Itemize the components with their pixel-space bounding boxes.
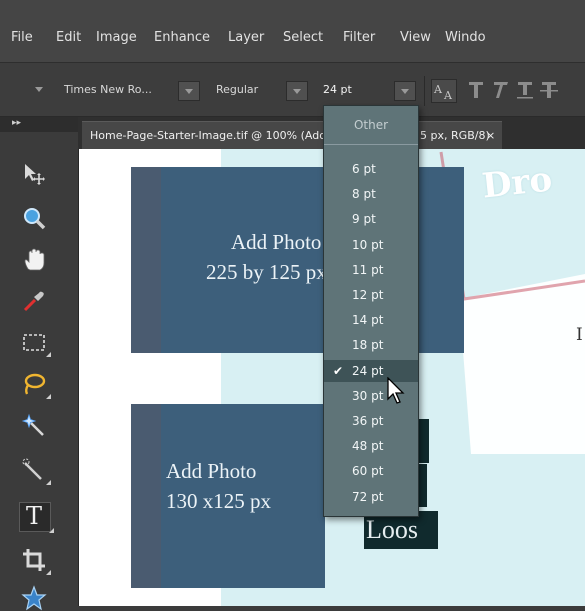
marquee-tool-icon[interactable] (21, 329, 51, 357)
menu-view[interactable]: View (400, 30, 431, 45)
faux-bold-icon[interactable] (469, 82, 483, 98)
text-style-buttons (466, 76, 585, 104)
font-size-option-12pt[interactable]: 12 pt (324, 284, 418, 306)
photo-placeholder-small[interactable]: Add Photo 130 x125 px (131, 404, 325, 588)
svg-text:A: A (433, 83, 443, 96)
placeholder-small-line1: Add Photo (166, 459, 257, 483)
font-size-option-label: 24 pt (352, 363, 384, 378)
tool-preset-arrow-icon[interactable] (35, 87, 43, 92)
font-size-option-label: 10 pt (352, 237, 384, 252)
toolbox: ▸▸ T (0, 117, 79, 611)
lasso-tool-icon[interactable] (21, 371, 51, 399)
font-family-field[interactable]: Times New Ro... (64, 80, 152, 100)
toolbox-collapse-icon[interactable]: ▸▸ (12, 118, 21, 128)
font-size-option-36pt[interactable]: 36 pt (324, 410, 418, 432)
underline-icon[interactable] (517, 82, 533, 99)
document-tab-close-button[interactable]: × (486, 129, 495, 142)
side-letter: I (576, 325, 583, 345)
font-size-option-label: 14 pt (352, 313, 384, 328)
font-size-option-label: 8 pt (352, 187, 376, 202)
checkmark-icon: ✔ (333, 363, 344, 378)
font-size-dropdown: Other 6 pt 8 pt 9 pt 10 pt 11 pt 12 pt 14 pt 18… (323, 105, 419, 517)
menu-image[interactable]: Image (96, 30, 137, 45)
font-size-dropdown-button[interactable] (394, 81, 416, 101)
font-size-other-option[interactable]: Other (324, 106, 418, 145)
menu-windo[interactable]: Windo (445, 30, 486, 45)
type-tool-icon[interactable]: T (19, 502, 54, 533)
font-size-option-9pt[interactable]: 9 pt (324, 208, 418, 230)
hand-tool-icon[interactable] (21, 247, 47, 273)
menu-file[interactable]: File (11, 30, 33, 45)
document-tab[interactable]: Home-Page-Starter-Image.tif @ 100% (Add … (82, 121, 502, 150)
menu-filter[interactable]: Filter (343, 30, 375, 45)
toolbox-header: ▸▸ (0, 117, 78, 132)
crop-tool-icon[interactable] (21, 547, 51, 575)
strikethrough-icon[interactable] (540, 82, 558, 98)
eyedropper-tool-icon[interactable] (21, 288, 47, 314)
font-size-option-label: 30 pt (352, 388, 384, 403)
font-size-option-10pt[interactable]: 10 pt (324, 234, 418, 256)
font-size-option-label: 11 pt (352, 262, 384, 277)
headline-fragment: Dro (480, 159, 554, 207)
magic-wand-tool-icon[interactable] (21, 413, 47, 439)
font-size-option-48pt[interactable]: 48 pt (324, 435, 418, 457)
move-tool-icon[interactable] (21, 161, 47, 187)
faux-italic-icon[interactable] (494, 82, 508, 98)
font-style-field[interactable]: Regular (216, 80, 258, 100)
font-size-option-label: 72 pt (352, 489, 384, 504)
font-size-option-8pt[interactable]: 8 pt (324, 183, 418, 205)
font-size-field[interactable]: 24 pt (323, 80, 352, 100)
menu-edit[interactable]: Edit (56, 30, 81, 45)
font-size-option-6pt[interactable]: 6 pt (324, 158, 418, 180)
font-size-option-72pt[interactable]: 72 pt (324, 486, 418, 508)
font-size-option-label: 6 pt (352, 162, 376, 176)
anti-aliasing-icon[interactable]: A A (431, 79, 457, 103)
menu-select[interactable]: Select (283, 30, 323, 45)
menu-layer[interactable]: Layer (228, 30, 264, 45)
font-size-option-label: 9 pt (352, 212, 376, 227)
font-size-option-60pt[interactable]: 60 pt (324, 460, 418, 482)
font-size-option-label: 18 pt (352, 338, 384, 353)
font-size-option-label: 60 pt (352, 464, 384, 479)
zoom-tool-icon[interactable] (21, 205, 47, 231)
font-style-dropdown-button[interactable] (286, 81, 308, 101)
font-size-option-14pt[interactable]: 14 pt (324, 309, 418, 331)
font-family-dropdown-button[interactable] (178, 81, 200, 101)
placeholder-small-line2: 130 x125 px (166, 489, 271, 513)
font-size-option-18pt[interactable]: 18 pt (324, 334, 418, 356)
menu-bar: File Edit Image Enhance Layer Select Filter Vie… (0, 0, 585, 63)
svg-text:A: A (443, 89, 453, 102)
font-size-option-11pt[interactable]: 11 pt (324, 259, 418, 281)
custom-shape-tool-icon[interactable] (21, 585, 47, 611)
mouse-cursor-icon (387, 377, 405, 404)
quick-selection-tool-icon[interactable] (21, 457, 51, 485)
document-tab-title: Home-Page-Starter-Image.tif @ 100% (Add … (90, 129, 490, 142)
font-size-option-label: 12 pt (352, 288, 384, 302)
font-size-option-label: 36 pt (352, 414, 384, 428)
font-size-option-label: 48 pt (352, 439, 384, 454)
menu-enhance[interactable]: Enhance (154, 30, 210, 45)
